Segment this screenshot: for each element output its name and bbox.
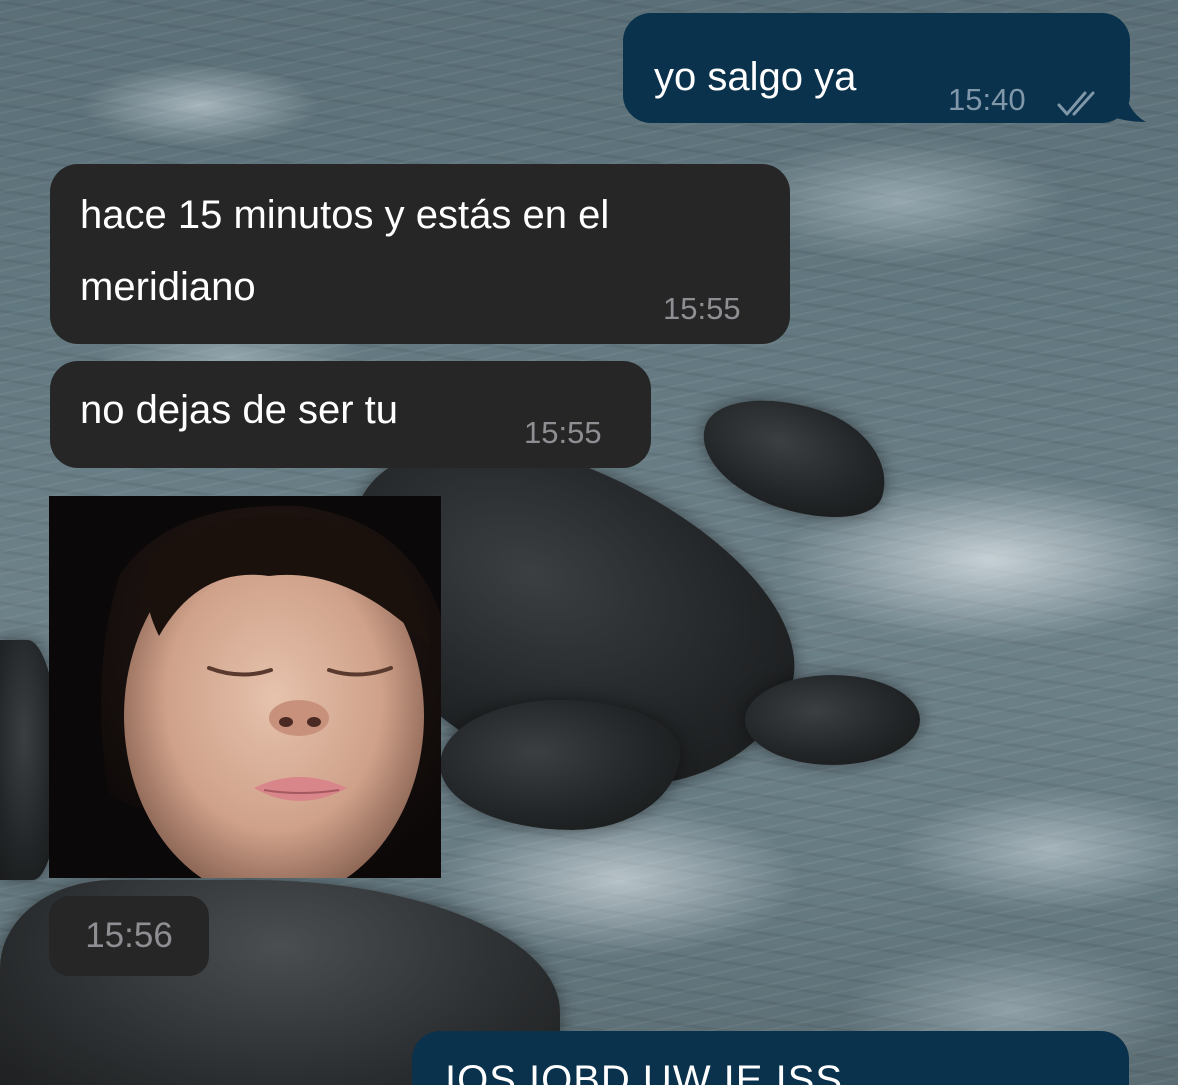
message-text-line: meridiano bbox=[80, 265, 256, 309]
incoming-message-bubble[interactable]: hace 15 minutos y estás en el meridiano … bbox=[50, 164, 790, 344]
wallpaper-rock bbox=[745, 675, 920, 765]
wallpaper-rock bbox=[440, 700, 680, 830]
photo-time-badge: 15:56 bbox=[49, 896, 209, 976]
message-time: 15:40 bbox=[948, 82, 1026, 117]
message-text: yo salgo ya bbox=[654, 55, 857, 99]
message-text: no dejas de ser tu bbox=[80, 388, 398, 432]
message-text: IOS IOBD UW IE ISS bbox=[445, 1058, 844, 1085]
wallpaper-rock bbox=[688, 378, 902, 537]
message-time: 15:55 bbox=[524, 415, 602, 450]
message-text-line: hace 15 minutos y estás en el bbox=[80, 193, 610, 237]
outgoing-message-bubble[interactable]: IOS IOBD UW IE ISS bbox=[412, 1031, 1129, 1085]
photo-message[interactable] bbox=[49, 496, 441, 878]
incoming-message-bubble[interactable]: no dejas de ser tu 15:55 bbox=[50, 361, 651, 468]
photo-image bbox=[49, 496, 441, 878]
bubble-tail bbox=[1110, 88, 1146, 122]
outgoing-message-bubble[interactable]: yo salgo ya 15:40 bbox=[623, 13, 1130, 123]
message-time: 15:55 bbox=[663, 291, 741, 326]
double-check-icon bbox=[1055, 83, 1101, 117]
